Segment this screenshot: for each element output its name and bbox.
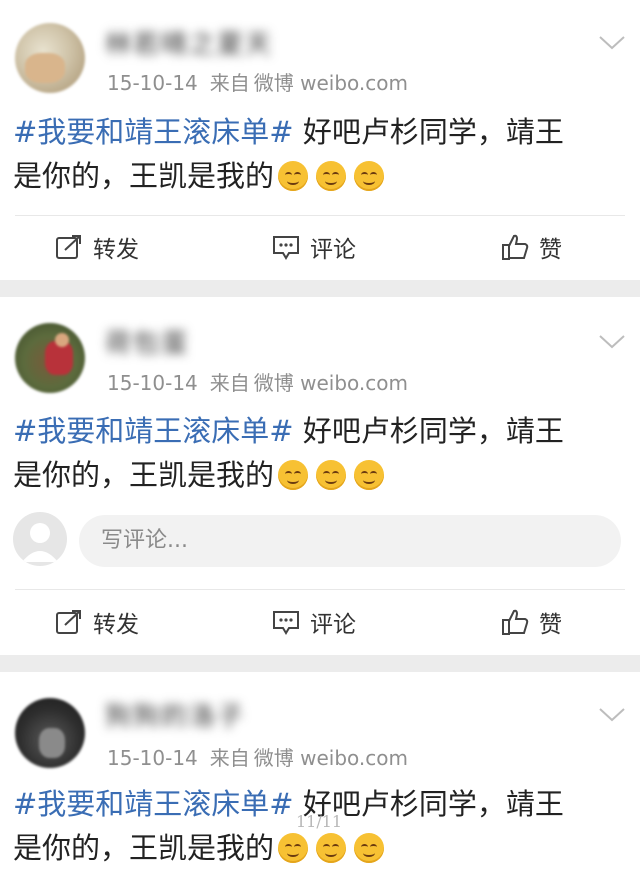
topic-link[interactable]: #我要和靖王滚床单# [13,115,294,149]
comment-button[interactable]: 评论 [272,217,356,277]
like-label: 赞 [539,237,562,263]
smile-emoji-icon [316,460,347,490]
topic-link[interactable]: #我要和靖王滚床单# [13,414,294,448]
smile-emoji-icon [316,161,347,191]
post-source[interactable]: 微博 weibo.com [254,746,408,770]
post-text-line2: 是你的，王凯是我的 [13,831,275,865]
weibo-post-3: 狗狗的洛子 15-10-14 来自 微博 weibo.com #我要和靖王滚床单# … [0,672,640,875]
thumbs-up-icon [502,609,529,635]
chevron-down-icon[interactable] [598,705,626,725]
repost-button[interactable]: 转发 [55,592,139,652]
action-bar: 转发 评论 赞 [0,217,640,277]
post-text-line2: 是你的，王凯是我的 [13,159,275,193]
repost-label: 转发 [93,612,139,638]
username[interactable]: 狗狗的洛子 [105,702,245,732]
post-date: 15-10-14 [107,746,198,770]
post-content: #我要和靖王滚床单# 好吧卢杉同学，靖王 是你的，王凯是我的 [13,409,628,497]
like-label: 赞 [539,612,562,638]
comment-label: 评论 [310,237,356,263]
topic-link[interactable]: #我要和靖王滚床单# [13,787,294,821]
smile-emoji-icon [278,460,309,490]
weibo-post-2: 荷包蛋 15-10-14 来自 微博 weibo.com #我要和靖王滚床单# 好吧… [0,297,640,655]
post-source[interactable]: 微博 weibo.com [254,71,408,95]
source-prefix: 来自 [209,71,250,95]
divider [15,215,625,216]
smile-emoji-icon [316,833,347,863]
repost-icon [56,235,81,259]
repost-label: 转发 [93,237,139,263]
comment-button[interactable]: 评论 [272,592,356,652]
comment-icon [273,611,299,635]
like-button[interactable]: 赞 [501,217,562,277]
thumbs-up-icon [502,234,529,260]
smile-emoji-icon [278,833,309,863]
repost-icon [56,610,81,634]
post-meta: 15-10-14 来自 微博 weibo.com [107,742,420,771]
smile-emoji-icon [354,460,385,490]
like-button[interactable]: 赞 [501,592,562,652]
post-meta: 15-10-14 来自 微博 weibo.com [107,367,420,396]
user-avatar-placeholder[interactable] [13,512,67,566]
post-text-line2: 是你的，王凯是我的 [13,458,275,492]
comment-label: 评论 [310,612,356,638]
smile-emoji-icon [278,161,309,191]
comment-icon [273,236,299,260]
default-user-icon [22,523,58,562]
repost-button[interactable]: 转发 [55,217,139,277]
page-indicator: 11/11 [296,812,343,831]
smile-emoji-icon [354,833,385,863]
action-bar: 转发 评论 赞 [0,592,640,652]
avatar[interactable] [15,323,85,393]
chevron-down-icon[interactable] [598,332,626,352]
chevron-down-icon[interactable] [598,33,626,53]
post-text-line1: 好吧卢杉同学，靖王 [293,115,564,149]
username[interactable]: 林若晴之夏天 [105,30,273,60]
weibo-post-1: 林若晴之夏天 15-10-14 来自 微博 weibo.com #我要和靖王滚床单#… [0,0,640,280]
source-prefix: 来自 [209,371,250,395]
post-date: 15-10-14 [107,371,198,395]
post-text-line1: 好吧卢杉同学，靖王 [293,414,564,448]
post-source[interactable]: 微博 weibo.com [254,371,408,395]
username[interactable]: 荷包蛋 [105,329,189,359]
avatar[interactable] [15,23,85,93]
comment-input[interactable]: 写评论... [79,515,621,567]
smile-emoji-icon [354,161,385,191]
avatar[interactable] [15,698,85,768]
post-content: #我要和靖王滚床单# 好吧卢杉同学，靖王 是你的，王凯是我的 [13,110,628,198]
divider [15,589,625,590]
comment-composer: 写评论... [0,512,640,570]
source-prefix: 来自 [209,746,250,770]
post-meta: 15-10-14 来自 微博 weibo.com [107,67,420,96]
post-date: 15-10-14 [107,71,198,95]
post-separator [0,280,640,297]
post-separator [0,655,640,672]
